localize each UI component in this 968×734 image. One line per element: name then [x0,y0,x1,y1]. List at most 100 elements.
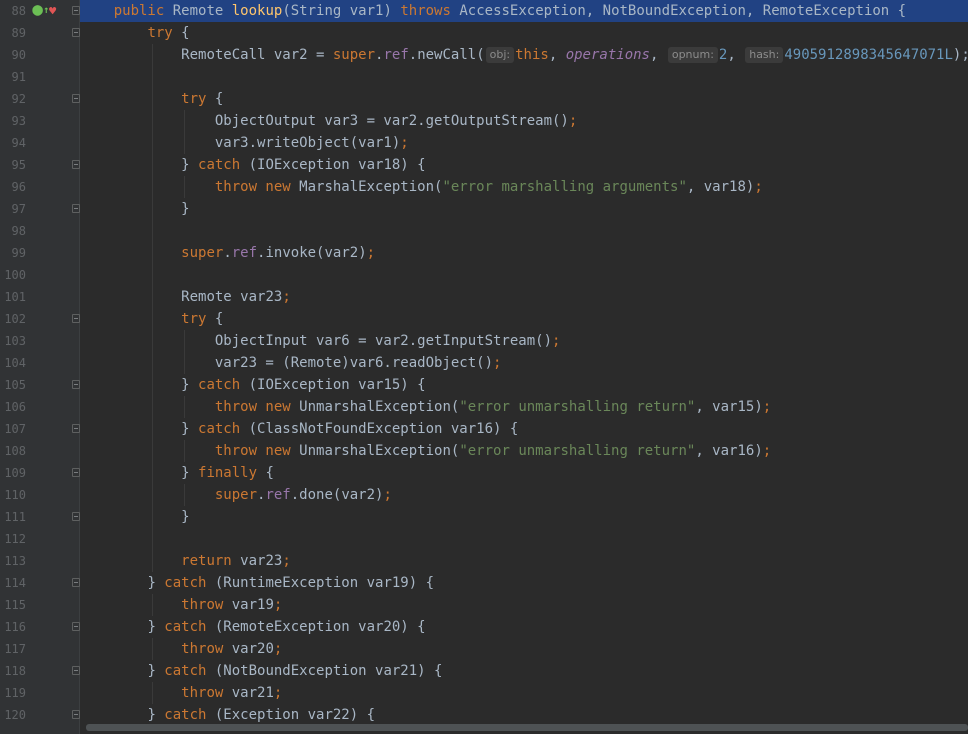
code-token: ; [400,135,409,151]
code-line[interactable]: try { [80,308,968,330]
code-line[interactable]: } finally { [80,462,968,484]
fold-marker-icon[interactable] [72,94,80,103]
code-line[interactable]: } catch (ClassNotFoundException var16) { [80,418,968,440]
breakpoint-icon[interactable]: ♥ [49,0,56,22]
code-line[interactable]: } catch (IOException var15) { [80,374,968,396]
code-line[interactable]: throw new UnmarshalException("error unma… [80,396,968,418]
gutter-row[interactable]: 107 [0,418,80,440]
gutter-row[interactable]: 89 [0,22,80,44]
code-line[interactable]: throw var20; [80,638,968,660]
fold-marker-icon[interactable] [72,380,80,389]
gutter-row[interactable]: 110 [0,484,79,506]
code-line[interactable]: var3.writeObject(var1); [80,132,968,154]
gutter-row[interactable]: 95 [0,154,80,176]
code-line[interactable]: public Remote lookup(String var1) throws… [80,0,968,22]
gutter-row[interactable]: 117 [0,638,79,660]
line-number-gutter[interactable]: 88 ⬤↑ ♥ 89 90 91 92 93 94 95 96 97 98 99 100 101 102 103 1… [0,0,80,734]
indent-guide [152,440,153,462]
gutter-row[interactable]: 111 [0,506,80,528]
gutter-row[interactable]: 104 [0,352,79,374]
code-line[interactable]: } catch (IOException var18) { [80,154,968,176]
gutter-row[interactable]: 93 [0,110,79,132]
fold-marker-icon[interactable] [72,424,80,433]
gutter-row[interactable]: 97 [0,198,80,220]
indent-guide [152,682,153,704]
line-number: 105 [4,378,26,392]
code-line[interactable] [80,66,968,88]
code-line[interactable] [80,528,968,550]
code-line[interactable]: throw var19; [80,594,968,616]
code-line[interactable]: super.ref.invoke(var2); [80,242,968,264]
code-token: } [181,465,199,481]
gutter-row[interactable]: 94 [0,132,79,154]
code-line[interactable]: } catch (NotBoundException var21) { [80,660,968,682]
code-token: .invoke(var2) [257,245,367,261]
gutter-row[interactable]: 106 [0,396,79,418]
gutter-row[interactable]: 88 ⬤↑ ♥ [0,0,80,22]
fold-marker-icon[interactable] [72,710,80,719]
code-token: ; [273,685,283,701]
code-line[interactable]: } [80,198,968,220]
code-line[interactable]: } catch (Exception var22) { [80,704,968,726]
code-line[interactable]: } catch (RemoteException var20) { [80,616,968,638]
fold-marker-icon[interactable] [72,204,80,213]
line-number: 90 [11,48,26,62]
code-line[interactable]: RemoteCall var2 = super.ref.newCall(obj:… [80,44,968,66]
code-token: ); [952,47,968,63]
code-line[interactable]: throw new UnmarshalException("error unma… [80,440,968,462]
code-token: ; [273,641,283,657]
fold-marker-icon[interactable] [72,578,80,587]
gutter-row[interactable]: 114 [0,572,80,594]
gutter-row[interactable]: 91 [0,66,79,88]
fold-marker-icon[interactable] [72,512,80,521]
fold-marker-icon[interactable] [72,622,80,631]
code-line[interactable]: ObjectOutput var3 = var2.getOutputStream… [80,110,968,132]
gutter-row[interactable]: 105 [0,374,80,396]
code-line[interactable]: throw var21; [80,682,968,704]
code-line[interactable] [80,220,968,242]
code-line[interactable]: super.ref.done(var2); [80,484,968,506]
fold-marker-icon[interactable] [72,314,80,323]
fold-marker-icon[interactable] [72,6,80,15]
gutter-row[interactable]: 113 [0,550,79,572]
code-line[interactable]: try { [80,88,968,110]
gutter-row[interactable]: 99 [0,242,79,264]
implements-icon[interactable]: ⬤↑ [32,0,49,22]
gutter-row[interactable]: 90 [0,44,79,66]
horizontal-scrollbar[interactable] [86,724,968,731]
gutter-row[interactable]: 103 [0,330,79,352]
fold-marker-icon[interactable] [72,468,80,477]
gutter-row[interactable]: 119 [0,682,79,704]
code-line[interactable]: var23 = (Remote)var6.readObject(); [80,352,968,374]
gutter-row[interactable]: 118 [0,660,80,682]
gutter-row[interactable]: 96 [0,176,79,198]
fold-marker-icon[interactable] [72,666,80,675]
code-line[interactable]: Remote var23; [80,286,968,308]
code-line[interactable]: throw new MarshalException("error marsha… [80,176,968,198]
gutter-row[interactable]: 109 [0,462,80,484]
code-line[interactable]: return var23; [80,550,968,572]
gutter-row[interactable]: 101 [0,286,79,308]
code-line[interactable]: ObjectInput var6 = var2.getInputStream()… [80,330,968,352]
gutter-row[interactable]: 102 [0,308,80,330]
gutter-row[interactable]: 116 [0,616,80,638]
fold-marker-icon[interactable] [72,28,80,37]
gutter-row[interactable]: 108 [0,440,79,462]
line-number: 118 [4,664,26,678]
code-line[interactable] [80,264,968,286]
gutter-row[interactable]: 98 [0,220,79,242]
line-number: 91 [11,70,26,84]
gutter-row[interactable]: 100 [0,264,79,286]
gutter-row[interactable]: 112 [0,528,79,550]
code-line[interactable]: } catch (RuntimeException var19) { [80,572,968,594]
code-editor[interactable]: public Remote lookup(String var1) throws… [80,0,968,734]
code-line[interactable]: try { [80,22,968,44]
code-token: throw [181,597,232,613]
gutter-row[interactable]: 92 [0,88,80,110]
fold-marker-icon[interactable] [72,160,80,169]
gutter-row[interactable]: 115 [0,594,79,616]
gutter-row[interactable]: 120 [0,704,80,726]
code-line[interactable]: } [80,506,968,528]
